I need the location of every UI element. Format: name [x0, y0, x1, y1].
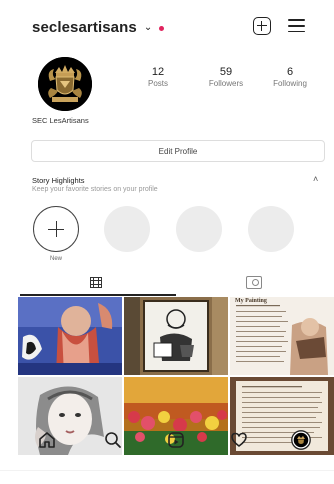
username-switcher[interactable]: seclesartisans ⌄ [32, 19, 165, 36]
stat-following-value: 6 [286, 66, 294, 78]
crest-logo-icon [38, 57, 92, 111]
bottom-divider [0, 470, 334, 471]
stat-following[interactable]: 6 Following [255, 66, 325, 88]
reels-icon[interactable] [167, 431, 185, 449]
post-thumbnail-2[interactable] [124, 297, 228, 375]
post-thumbnail-3[interactable]: My Painting [230, 297, 334, 375]
highlights-subtitle: Keep your favorite stories on your profi… [32, 186, 158, 193]
bottom-navigation [0, 421, 334, 461]
stat-followers-label: Followers [208, 79, 244, 88]
heart-icon[interactable] [230, 431, 248, 449]
highlight-placeholder [176, 206, 222, 252]
post-image-2 [124, 297, 228, 375]
profile-tabs [0, 268, 334, 296]
chevron-down-icon: ⌄ [143, 22, 153, 33]
highlight-placeholder [248, 206, 294, 252]
stat-followers-value: 59 [219, 66, 233, 78]
home-icon[interactable] [38, 431, 56, 449]
notification-dot [159, 26, 165, 31]
profile-avatar[interactable] [38, 57, 92, 111]
post-image-3 [230, 297, 334, 375]
new-post-icon[interactable] [253, 17, 271, 35]
edit-profile-button[interactable]: Edit Profile [31, 140, 325, 162]
post-image-1 [18, 297, 122, 375]
stat-posts-label: Posts [147, 79, 168, 88]
active-tab-indicator [20, 294, 176, 296]
highlight-placeholder [104, 206, 150, 252]
post-thumbnail-1[interactable] [18, 297, 122, 375]
post-3-heading: My Painting [235, 298, 267, 304]
search-icon[interactable] [104, 431, 122, 449]
menu-icon[interactable] [288, 19, 305, 33]
stat-posts[interactable]: 12 Posts [123, 66, 193, 88]
stat-followers[interactable]: 59 Followers [191, 66, 261, 88]
username-label: seclesartisans [32, 19, 137, 36]
stat-posts-value: 12 [151, 66, 165, 78]
chevron-up-icon[interactable]: ˄ [313, 174, 318, 184]
stat-following-label: Following [273, 79, 307, 88]
tagged-icon[interactable] [246, 276, 262, 289]
profile-avatar-icon[interactable] [291, 430, 311, 450]
highlights-title: Story Highlights [32, 176, 85, 185]
new-highlight-label: New [49, 256, 62, 262]
new-highlight-button[interactable] [33, 206, 79, 252]
grid-icon[interactable] [90, 277, 102, 288]
top-bar: seclesartisans ⌄ [0, 0, 334, 46]
profile-display-name: SEC LesArtisans [32, 116, 89, 125]
